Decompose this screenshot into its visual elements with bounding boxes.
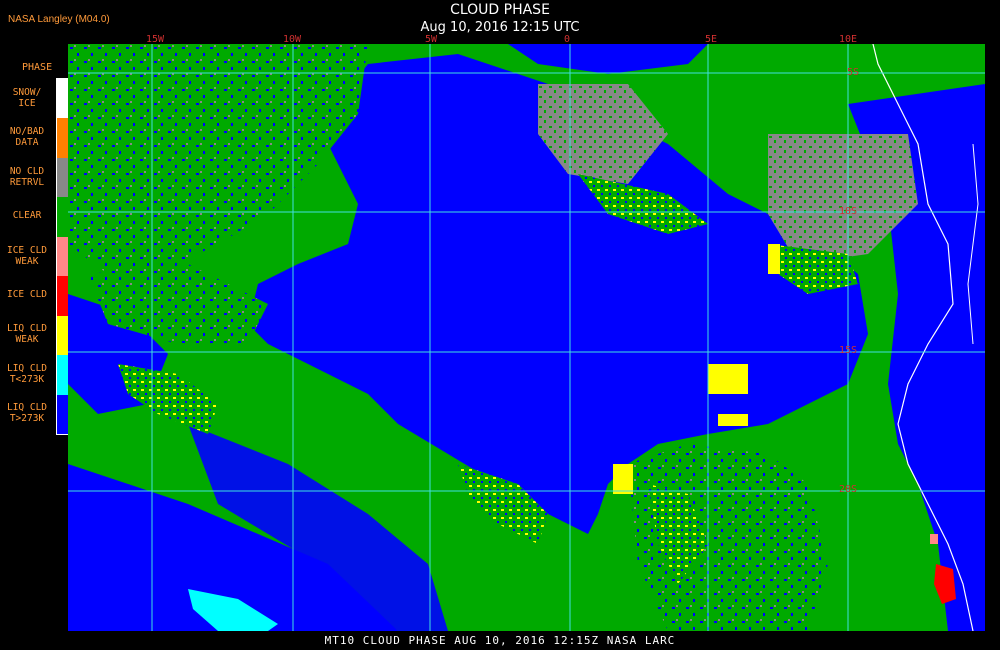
legend-label-8: LIQ CLD T>273K [2,402,52,424]
legend-label-1: NO/BAD DATA [2,126,52,148]
weak-liquid-box-3 [718,414,748,426]
legend-label-line2: WEAK [15,255,39,267]
legend-label-line1: NO CLD [9,165,45,177]
legend-label-line1: NO/BAD [9,126,45,138]
source-label: NASA Langley (M04.0) [8,14,110,25]
lon-tick-15w: 15W [146,34,165,45]
legend-label-line2: WEAK [15,334,39,346]
lon-tick-5e: 5E [705,34,718,45]
legend-label-2: NO CLD RETRVL [2,166,52,188]
legend-label-3: CLEAR [2,210,52,221]
legend-label-6: LIQ CLD WEAK [2,323,52,345]
legend-label-line1: ICE CLD [6,244,48,256]
legend-label-line2: T<273K [9,373,45,385]
legend-label-7: LIQ CLD T<273K [2,363,52,385]
lon-tick-0: 0 [564,34,571,45]
legend-label-4: ICE CLD WEAK [2,245,52,267]
legend-label-line2: T>273K [9,413,45,425]
page-subtitle: Aug 10, 2016 12:15 UTC [420,20,580,35]
ice-cloud-weak-patch [930,534,938,544]
legend-label-line1: SNOW/ [12,86,42,98]
lat-tick-20s: 20S [839,484,858,495]
legend-label-line1: LIQ CLD [6,402,48,414]
page-title: CLOUD PHASE [450,2,550,18]
legend-label-line1: ICE CLD [6,288,48,300]
lat-tick-15s: 15S [839,345,858,356]
cloud-phase-map [68,44,985,631]
lon-tick-10w: 10W [283,34,302,45]
legend-label-0: SNOW/ICE [2,87,52,109]
legend-label-5: ICE CLD [2,289,52,300]
legend-label-line1: LIQ CLD [6,323,48,335]
lon-tick-10e: 10E [839,34,858,45]
footer-caption: MT10 CLOUD PHASE AUG 10, 2016 12:15Z NAS… [324,634,676,647]
lat-tick-5s: 5S [847,67,860,78]
legend-label-line1: CLEAR [12,210,42,222]
weak-liquid-box-4 [768,244,780,274]
lon-tick-5w: 5W [425,34,438,45]
lat-tick-10s: 10S [839,206,858,217]
legend-label-line2: RETRVL [9,176,45,188]
weak-liquid-box-2 [613,464,633,494]
legend-label-line2: ICE [18,97,36,109]
legend-heading: PHASE [22,62,53,73]
map-svg [68,44,985,631]
legend-label-line1: LIQ CLD [6,362,48,374]
weak-liquid-box-1 [708,364,748,394]
legend-label-line2: DATA [15,137,39,149]
